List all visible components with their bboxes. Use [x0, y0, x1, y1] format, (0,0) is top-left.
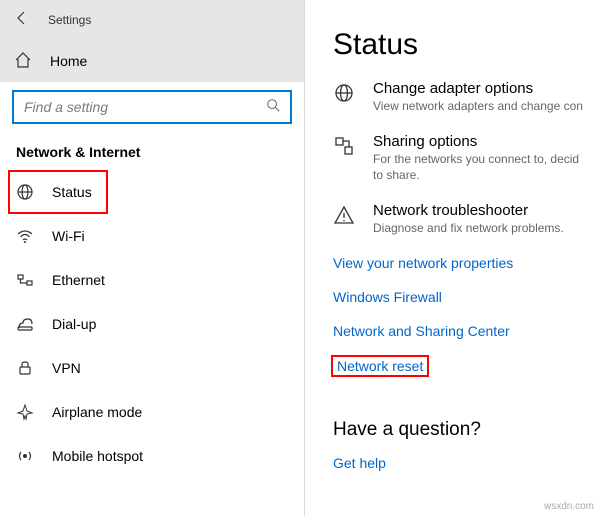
search-icon — [266, 98, 280, 117]
sidebar-item-dialup[interactable]: Dial-up — [0, 302, 304, 346]
sidebar-item-label: Airplane mode — [52, 404, 142, 420]
sidebar-item-label: Ethernet — [52, 272, 105, 288]
option-desc: Diagnose and fix network problems. — [373, 221, 564, 235]
hotspot-icon — [16, 447, 34, 465]
sidebar-item-label: Dial-up — [52, 316, 96, 332]
back-icon[interactable] — [14, 10, 30, 31]
option-troubleshooter[interactable]: Network troubleshooter Diagnose and fix … — [333, 202, 600, 235]
warning-icon — [333, 204, 355, 226]
option-title: Change adapter options — [373, 80, 583, 97]
sidebar-item-label: Status — [52, 184, 92, 200]
option-title: Network troubleshooter — [373, 202, 564, 219]
ethernet-icon — [16, 271, 34, 289]
sidebar-item-label: Wi-Fi — [52, 228, 85, 244]
watermark: wsxdn.com — [544, 501, 594, 512]
dialup-icon — [16, 315, 34, 333]
globe-icon — [16, 183, 34, 201]
sidebar-item-label: VPN — [52, 360, 81, 376]
option-title: Sharing options — [373, 133, 579, 150]
option-desc: View network adapters and change con — [373, 99, 583, 113]
sidebar-item-hotspot[interactable]: Mobile hotspot — [0, 434, 304, 478]
content: Status Change adapter options View netwo… — [305, 0, 600, 516]
sidebar-item-vpn[interactable]: VPN — [0, 346, 304, 390]
page-title: Status — [333, 28, 600, 62]
home-icon — [14, 51, 32, 72]
option-desc2: to share. — [373, 168, 579, 182]
option-adapter[interactable]: Change adapter options View network adap… — [333, 80, 600, 113]
option-desc: For the networks you connect to, decid — [373, 152, 579, 166]
section-title: Network & Internet — [0, 132, 304, 170]
wifi-icon — [16, 227, 34, 245]
sidebar-item-airplane[interactable]: Airplane mode — [0, 390, 304, 434]
titlebar: Settings — [0, 0, 304, 40]
home-row[interactable]: Home — [0, 40, 304, 82]
adapter-icon — [333, 82, 355, 104]
sidebar-item-wifi[interactable]: Wi-Fi — [0, 214, 304, 258]
sidebar-item-status[interactable]: Status — [8, 170, 108, 214]
search-input[interactable] — [24, 99, 266, 115]
app-title: Settings — [48, 13, 91, 27]
question-heading: Have a question? — [333, 419, 600, 441]
sharing-icon — [333, 135, 355, 157]
search-box[interactable] — [12, 90, 292, 124]
link-get-help[interactable]: Get help — [333, 455, 600, 471]
search-wrap — [0, 82, 304, 132]
option-sharing[interactable]: Sharing options For the networks you con… — [333, 133, 600, 182]
sidebar-item-label: Mobile hotspot — [52, 448, 143, 464]
sidebar-item-ethernet[interactable]: Ethernet — [0, 258, 304, 302]
sidebar: Settings Home Network & Internet Status … — [0, 0, 305, 516]
link-network-reset[interactable]: Network reset — [333, 357, 427, 375]
link-view-properties[interactable]: View your network properties — [333, 255, 600, 271]
home-label: Home — [50, 53, 87, 69]
link-firewall[interactable]: Windows Firewall — [333, 289, 600, 305]
link-sharing-center[interactable]: Network and Sharing Center — [333, 323, 600, 339]
vpn-icon — [16, 359, 34, 377]
airplane-icon — [16, 403, 34, 421]
